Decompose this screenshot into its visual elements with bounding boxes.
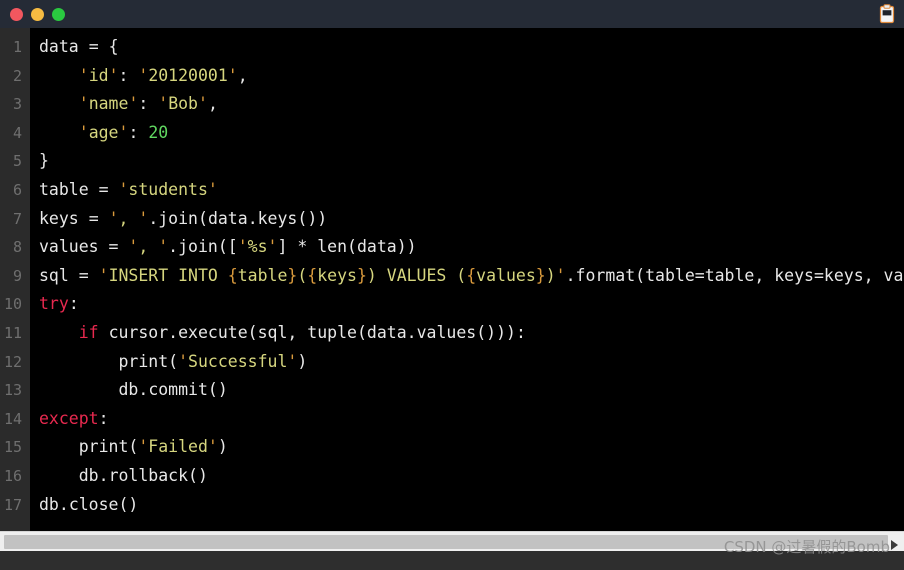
maximize-button[interactable] bbox=[52, 7, 65, 21]
line-number: 2 bbox=[12, 66, 22, 85]
title-bar bbox=[0, 0, 904, 28]
line-number: 3 bbox=[12, 95, 22, 114]
line-number: 11 bbox=[3, 323, 22, 342]
bottom-bar bbox=[0, 551, 904, 570]
code-line: db.close() bbox=[39, 494, 139, 514]
line-number: 14 bbox=[3, 409, 22, 428]
editor-body: 1 2 3 4 5 6 7 8 9 10 11 12 13 14 15 16 1… bbox=[0, 28, 904, 531]
window-controls bbox=[10, 7, 65, 21]
code-content[interactable]: data = { 'id': '20120001', 'name': 'Bob'… bbox=[30, 28, 904, 531]
code-line: if cursor.execute(sql, tuple(data.values… bbox=[78, 322, 526, 342]
line-number: 8 bbox=[12, 238, 22, 257]
code-line: sql = 'INSERT INTO {table}({keys}) VALUE… bbox=[39, 265, 904, 285]
line-number: 10 bbox=[3, 295, 22, 314]
line-number: 13 bbox=[3, 381, 22, 400]
line-number: 1 bbox=[12, 38, 22, 56]
clipboard-icon[interactable] bbox=[878, 4, 896, 24]
line-number: 12 bbox=[3, 352, 22, 371]
code-line: 'age': 20 bbox=[78, 122, 169, 142]
scrollbar-thumb[interactable] bbox=[4, 535, 888, 549]
code-line: keys = ', '.join(data.keys()) bbox=[39, 208, 328, 228]
code-line: try: bbox=[39, 294, 79, 314]
code-line: db.commit() bbox=[118, 380, 228, 400]
line-number: 15 bbox=[3, 438, 22, 457]
code-line: print('Successful') bbox=[118, 351, 308, 371]
right-arrow-icon[interactable] bbox=[891, 540, 898, 550]
line-number: 4 bbox=[12, 123, 22, 142]
line-number-gutter: 1 2 3 4 5 6 7 8 9 10 11 12 13 14 15 16 1… bbox=[0, 28, 30, 531]
close-button[interactable] bbox=[10, 7, 23, 21]
code-line: values = ', '.join(['%s'] * len(data)) bbox=[39, 237, 417, 257]
line-number: 17 bbox=[3, 495, 22, 514]
line-number: 5 bbox=[12, 152, 22, 171]
horizontal-scrollbar[interactable] bbox=[0, 531, 904, 552]
line-number: 7 bbox=[12, 209, 22, 228]
code-line: 'id': '20120001', bbox=[78, 65, 248, 85]
code-editor-window: 1 2 3 4 5 6 7 8 9 10 11 12 13 14 15 16 1… bbox=[0, 0, 904, 570]
line-number: 6 bbox=[12, 180, 22, 199]
code-line: } bbox=[39, 151, 49, 171]
code-line: db.rollback() bbox=[78, 465, 208, 485]
code-line: except: bbox=[39, 408, 109, 428]
line-number: 9 bbox=[12, 266, 22, 285]
code-line: table = 'students' bbox=[39, 179, 218, 199]
code-line: data = { bbox=[39, 37, 119, 56]
code-line: print('Failed') bbox=[78, 437, 228, 457]
line-number: 16 bbox=[3, 466, 22, 485]
minimize-button[interactable] bbox=[31, 7, 44, 21]
code-line: 'name': 'Bob', bbox=[78, 94, 218, 114]
